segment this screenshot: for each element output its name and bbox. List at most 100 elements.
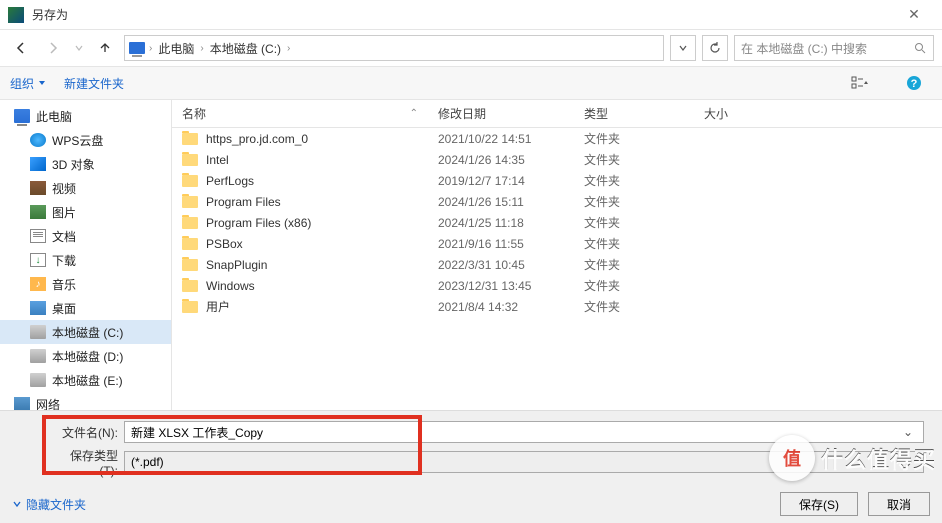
file-row[interactable]: Program Files (x86)2024/1/25 11:18文件夹 xyxy=(172,212,942,233)
filename-input[interactable]: 新建 XLSX 工作表_Copy ⌄ xyxy=(124,421,924,443)
back-button[interactable] xyxy=(8,35,34,61)
file-row[interactable]: PerfLogs2019/12/7 17:14文件夹 xyxy=(172,170,942,191)
tree-item[interactable]: 下载 xyxy=(0,248,171,272)
file-type: 文件夹 xyxy=(574,256,694,273)
file-row[interactable]: PSBox2021/9/16 11:55文件夹 xyxy=(172,233,942,254)
chevron-down-icon xyxy=(678,43,688,53)
navigation-tree[interactable]: 此电脑 WPS云盘 3D 对象视频图片文档下载音乐桌面本地磁盘 (C:) 本地磁盘 (… xyxy=(0,100,172,432)
tree-item[interactable]: 桌面 xyxy=(0,296,171,320)
file-row[interactable]: Intel2024/1/26 14:35文件夹 xyxy=(172,149,942,170)
file-date: 2024/1/26 15:11 xyxy=(428,195,574,209)
file-type: 文件夹 xyxy=(574,298,694,315)
file-type: 文件夹 xyxy=(574,151,694,168)
file-row[interactable]: Windows 2023/12/31 13:45文件夹 xyxy=(172,275,942,296)
arrow-right-icon xyxy=(46,41,60,55)
tree-item[interactable]: 图片 xyxy=(0,200,171,224)
folder-icon xyxy=(182,259,198,271)
forward-button[interactable] xyxy=(40,35,66,61)
file-name: PSBox xyxy=(206,237,243,251)
help-icon: ? xyxy=(906,75,922,91)
tree-item-label: WPS云盘 xyxy=(52,132,103,149)
filename-row: 文件名(N): 新建 XLSX 工作表_Copy ⌄ xyxy=(54,419,930,445)
up-button[interactable] xyxy=(92,35,118,61)
tree-item[interactable]: WPS云盘 xyxy=(0,128,171,152)
file-date: 2023/12/31 13:45 xyxy=(428,279,574,293)
new-folder-button[interactable]: 新建文件夹 xyxy=(64,75,124,92)
folder-icon xyxy=(182,133,198,145)
separator-icon: › xyxy=(149,43,152,54)
pc-icon xyxy=(129,42,145,54)
file-row[interactable]: SnapPlugin2022/3/31 10:45文件夹 xyxy=(172,254,942,275)
column-type[interactable]: 类型 xyxy=(574,100,694,127)
folder-icon xyxy=(182,280,198,292)
disk-icon xyxy=(30,373,46,387)
tree-item[interactable]: 视频 xyxy=(0,176,171,200)
column-size[interactable]: 大小 xyxy=(694,100,942,127)
app-icon xyxy=(8,7,24,23)
chevron-down-icon[interactable]: ⌄ xyxy=(899,455,917,469)
disk-icon xyxy=(30,325,46,339)
tree-item-label: 视频 xyxy=(52,180,76,197)
address-dropdown[interactable] xyxy=(670,35,696,61)
sort-indicator-icon: ⌃ xyxy=(410,108,418,119)
organize-menu[interactable]: 组织 xyxy=(10,75,46,92)
titlebar: 另存为 ✕ xyxy=(0,0,942,30)
tree-item-label: 本地磁盘 (C:) xyxy=(52,324,123,341)
disk-icon xyxy=(30,349,46,363)
dropdown-icon xyxy=(38,79,46,87)
column-name[interactable]: 名称⌃ xyxy=(172,100,428,127)
file-name: Program Files xyxy=(206,195,281,209)
tree-item[interactable]: 此电脑 xyxy=(0,104,171,128)
file-list[interactable]: 名称⌃ 修改日期 类型 大小 https_pro.jd.com_02021/10… xyxy=(172,100,942,432)
address-bar[interactable]: › 此电脑 › 本地磁盘 (C:) › xyxy=(124,35,664,61)
filetype-select[interactable]: (*.pdf) ⌄ xyxy=(124,451,924,473)
file-row[interactable]: https_pro.jd.com_02021/10/22 14:51文件夹 xyxy=(172,128,942,149)
file-type: 文件夹 xyxy=(574,172,694,189)
tree-item[interactable]: 3D 对象 xyxy=(0,152,171,176)
desk-icon xyxy=(30,301,46,315)
file-row[interactable]: 用户 2021/8/4 14:32文件夹 xyxy=(172,296,942,317)
recent-dropdown[interactable] xyxy=(72,35,86,61)
dl-icon xyxy=(30,253,46,267)
tree-item[interactable]: 文档 xyxy=(0,224,171,248)
close-button[interactable]: ✕ xyxy=(894,6,934,23)
cancel-button[interactable]: 取消 xyxy=(868,492,930,516)
filename-label: 文件名(N): xyxy=(54,424,124,441)
bottom-panel: 文件名(N): 新建 XLSX 工作表_Copy ⌄ 保存类型(T): (*.p… xyxy=(0,410,942,523)
tree-item[interactable]: 本地磁盘 (D:) xyxy=(0,344,171,368)
breadcrumb-drive-c[interactable]: 本地磁盘 (C:) xyxy=(208,40,283,57)
tree-item[interactable]: 本地磁盘 (C:) xyxy=(0,320,171,344)
tree-item-label: 此电脑 xyxy=(36,108,72,125)
file-name: 用户 xyxy=(206,298,230,315)
view-icon xyxy=(851,76,869,90)
folder-icon xyxy=(182,301,198,313)
save-button[interactable]: 保存(S) xyxy=(780,492,858,516)
file-row[interactable]: Program Files2024/1/26 15:11文件夹 xyxy=(172,191,942,212)
file-date: 2024/1/25 11:18 xyxy=(428,216,574,230)
column-date[interactable]: 修改日期 xyxy=(428,100,574,127)
file-date: 2021/10/22 14:51 xyxy=(428,132,574,146)
tree-item[interactable]: 本地磁盘 (E:) xyxy=(0,368,171,392)
video-icon xyxy=(30,181,46,195)
chevron-down-icon xyxy=(12,499,22,509)
refresh-button[interactable] xyxy=(702,35,728,61)
help-button[interactable]: ? xyxy=(896,71,932,95)
net-icon xyxy=(14,397,30,411)
file-name: Windows xyxy=(206,279,255,293)
chevron-down-icon[interactable]: ⌄ xyxy=(899,425,917,439)
breadcrumb-this-pc[interactable]: 此电脑 xyxy=(156,40,196,57)
hide-folders-toggle[interactable]: 隐藏文件夹 xyxy=(12,496,86,513)
view-options-button[interactable] xyxy=(842,71,878,95)
tree-item-label: 图片 xyxy=(52,204,76,221)
tree-item[interactable]: 音乐 xyxy=(0,272,171,296)
file-name: PerfLogs xyxy=(206,174,254,188)
pic-icon xyxy=(30,205,46,219)
file-type: 文件夹 xyxy=(574,277,694,294)
file-name: Program Files (x86) xyxy=(206,216,311,230)
separator-icon: › xyxy=(200,43,203,54)
navbar: › 此电脑 › 本地磁盘 (C:) › 在 本地磁盘 (C:) 中搜索 xyxy=(0,30,942,66)
search-input[interactable]: 在 本地磁盘 (C:) 中搜索 xyxy=(734,35,934,61)
file-date: 2021/8/4 14:32 xyxy=(428,300,574,314)
chevron-down-icon xyxy=(74,43,84,53)
column-headers: 名称⌃ 修改日期 类型 大小 xyxy=(172,100,942,128)
